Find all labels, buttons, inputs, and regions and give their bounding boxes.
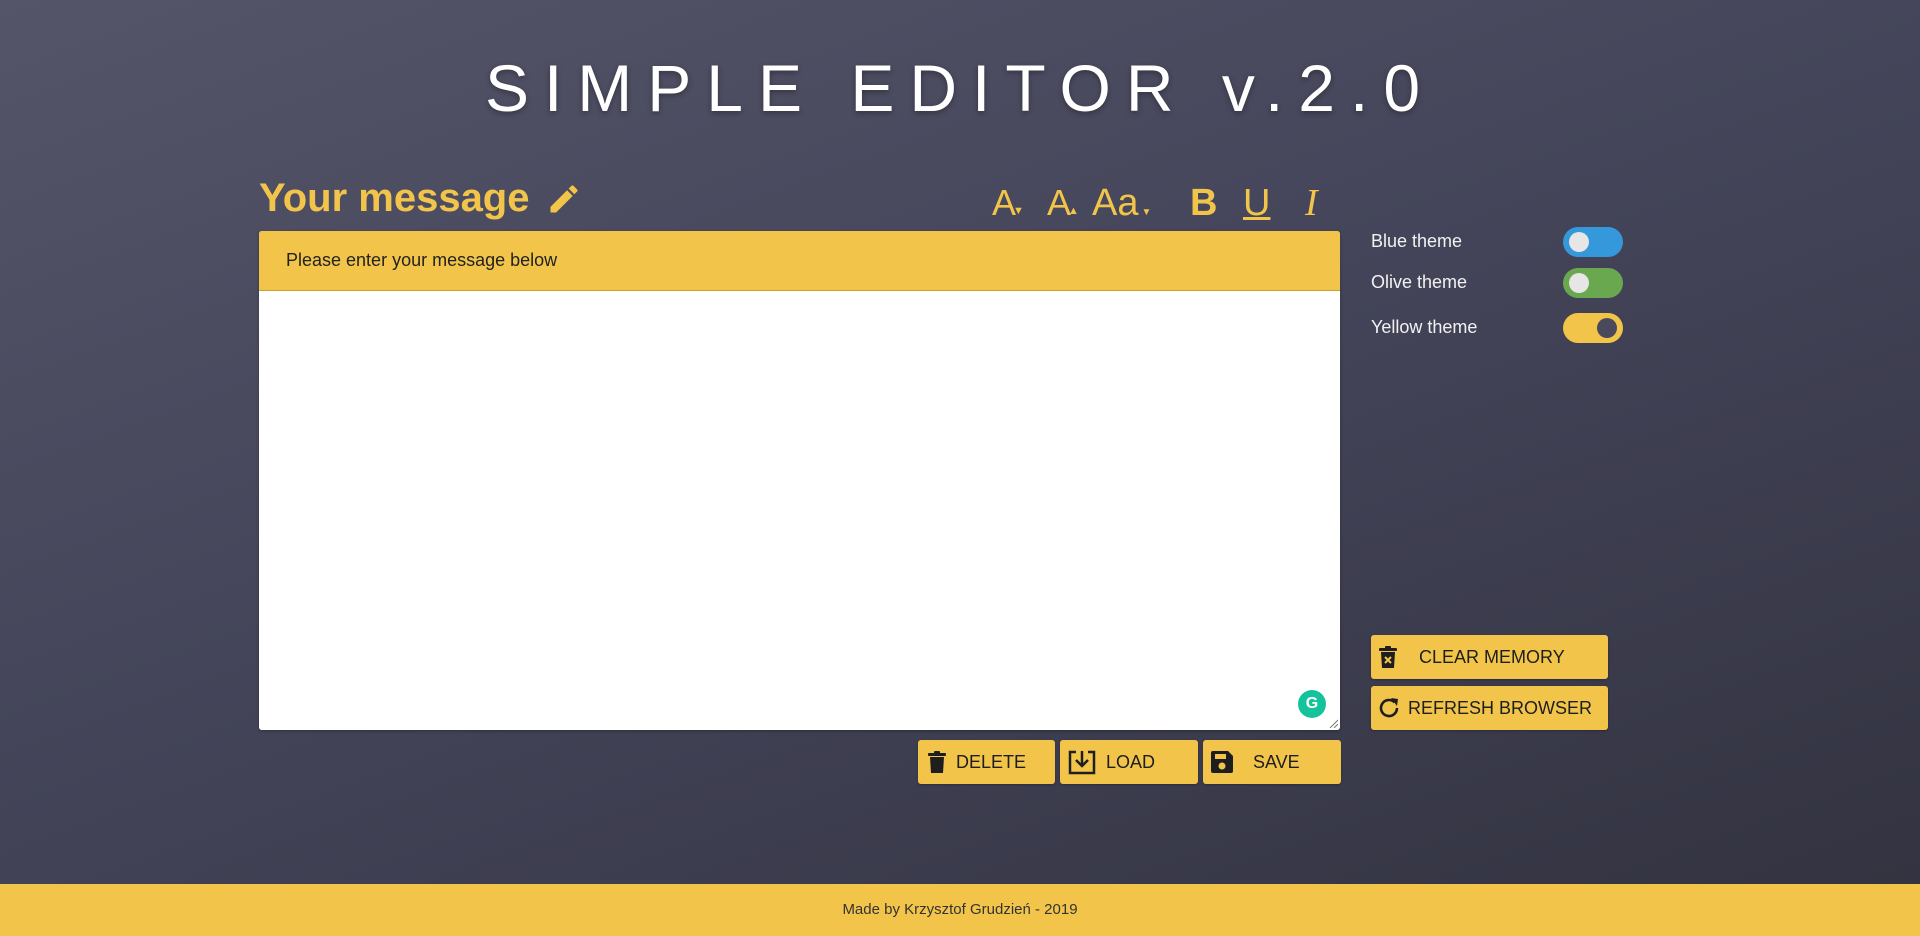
delete-button-label: DELETE xyxy=(956,751,1027,772)
theme-row-yellow: Yellow theme xyxy=(1371,313,1623,345)
refresh-browser-button[interactable]: REFRESH BROWSER xyxy=(1371,686,1608,730)
theme-label-yellow: Yellow theme xyxy=(1371,317,1478,337)
message-textarea[interactable] xyxy=(259,291,1340,730)
editor-heading-label: Your message xyxy=(259,176,530,220)
theme-label-blue: Blue theme xyxy=(1371,231,1463,251)
format-toolbar: A▼ A▲ Aa ▼ B U I xyxy=(990,178,1330,228)
load-button[interactable]: LOAD xyxy=(1060,740,1198,784)
resize-handle-icon[interactable] xyxy=(1328,718,1338,728)
load-button-label: LOAD xyxy=(1106,751,1156,772)
blue-theme-toggle[interactable] xyxy=(1563,227,1623,257)
page-title: SIMPLE EDITOR v.2.0 xyxy=(484,51,1436,125)
yellow-theme-toggle[interactable] xyxy=(1563,313,1623,343)
decrease-caret-icon: ▼ xyxy=(1013,205,1024,217)
grammarly-icon[interactable]: G xyxy=(1298,690,1326,718)
delete-button[interactable]: DELETE xyxy=(918,740,1055,784)
pencil-icon[interactable] xyxy=(546,181,582,217)
font-size-decrease-button[interactable]: A▼ xyxy=(992,178,1024,228)
font-family-button[interactable]: Aa ▼ xyxy=(1092,178,1151,238)
theme-row-blue: Blue theme xyxy=(1371,227,1623,259)
dropdown-caret-icon: ▼ xyxy=(1141,207,1152,218)
trash-icon xyxy=(928,751,946,773)
editor-header: Please enter your message below xyxy=(259,231,1340,291)
toggle-knob xyxy=(1569,273,1589,293)
refresh-icon xyxy=(1379,698,1399,718)
increase-caret-icon: ▲ xyxy=(1068,205,1079,217)
clear-memory-button-label: CLEAR MEMORY xyxy=(1419,646,1565,667)
italic-button[interactable]: I xyxy=(1305,178,1318,228)
clear-memory-button[interactable]: CLEAR MEMORY xyxy=(1371,635,1608,679)
download-icon xyxy=(1068,750,1096,775)
theme-label-olive: Olive theme xyxy=(1371,272,1468,292)
font-size-increase-button[interactable]: A▲ xyxy=(1047,178,1079,228)
bold-button[interactable]: B xyxy=(1190,178,1217,228)
refresh-browser-button-label: REFRESH BROWSER xyxy=(1408,697,1593,718)
editor-heading: Your message xyxy=(259,176,582,221)
save-button-label: SAVE xyxy=(1253,751,1300,772)
underline-button[interactable]: U xyxy=(1243,178,1270,228)
trash-x-icon xyxy=(1379,646,1397,668)
floppy-disk-icon xyxy=(1211,751,1233,773)
save-button[interactable]: SAVE xyxy=(1203,740,1341,784)
editor-panel: Please enter your message below G xyxy=(259,231,1340,730)
olive-theme-toggle[interactable] xyxy=(1563,268,1623,298)
footer: Made by Krzysztof Grudzień - 2019 xyxy=(0,884,1920,936)
theme-row-olive: Olive theme xyxy=(1371,268,1623,300)
toggle-knob xyxy=(1569,232,1589,252)
toggle-knob xyxy=(1597,318,1617,338)
